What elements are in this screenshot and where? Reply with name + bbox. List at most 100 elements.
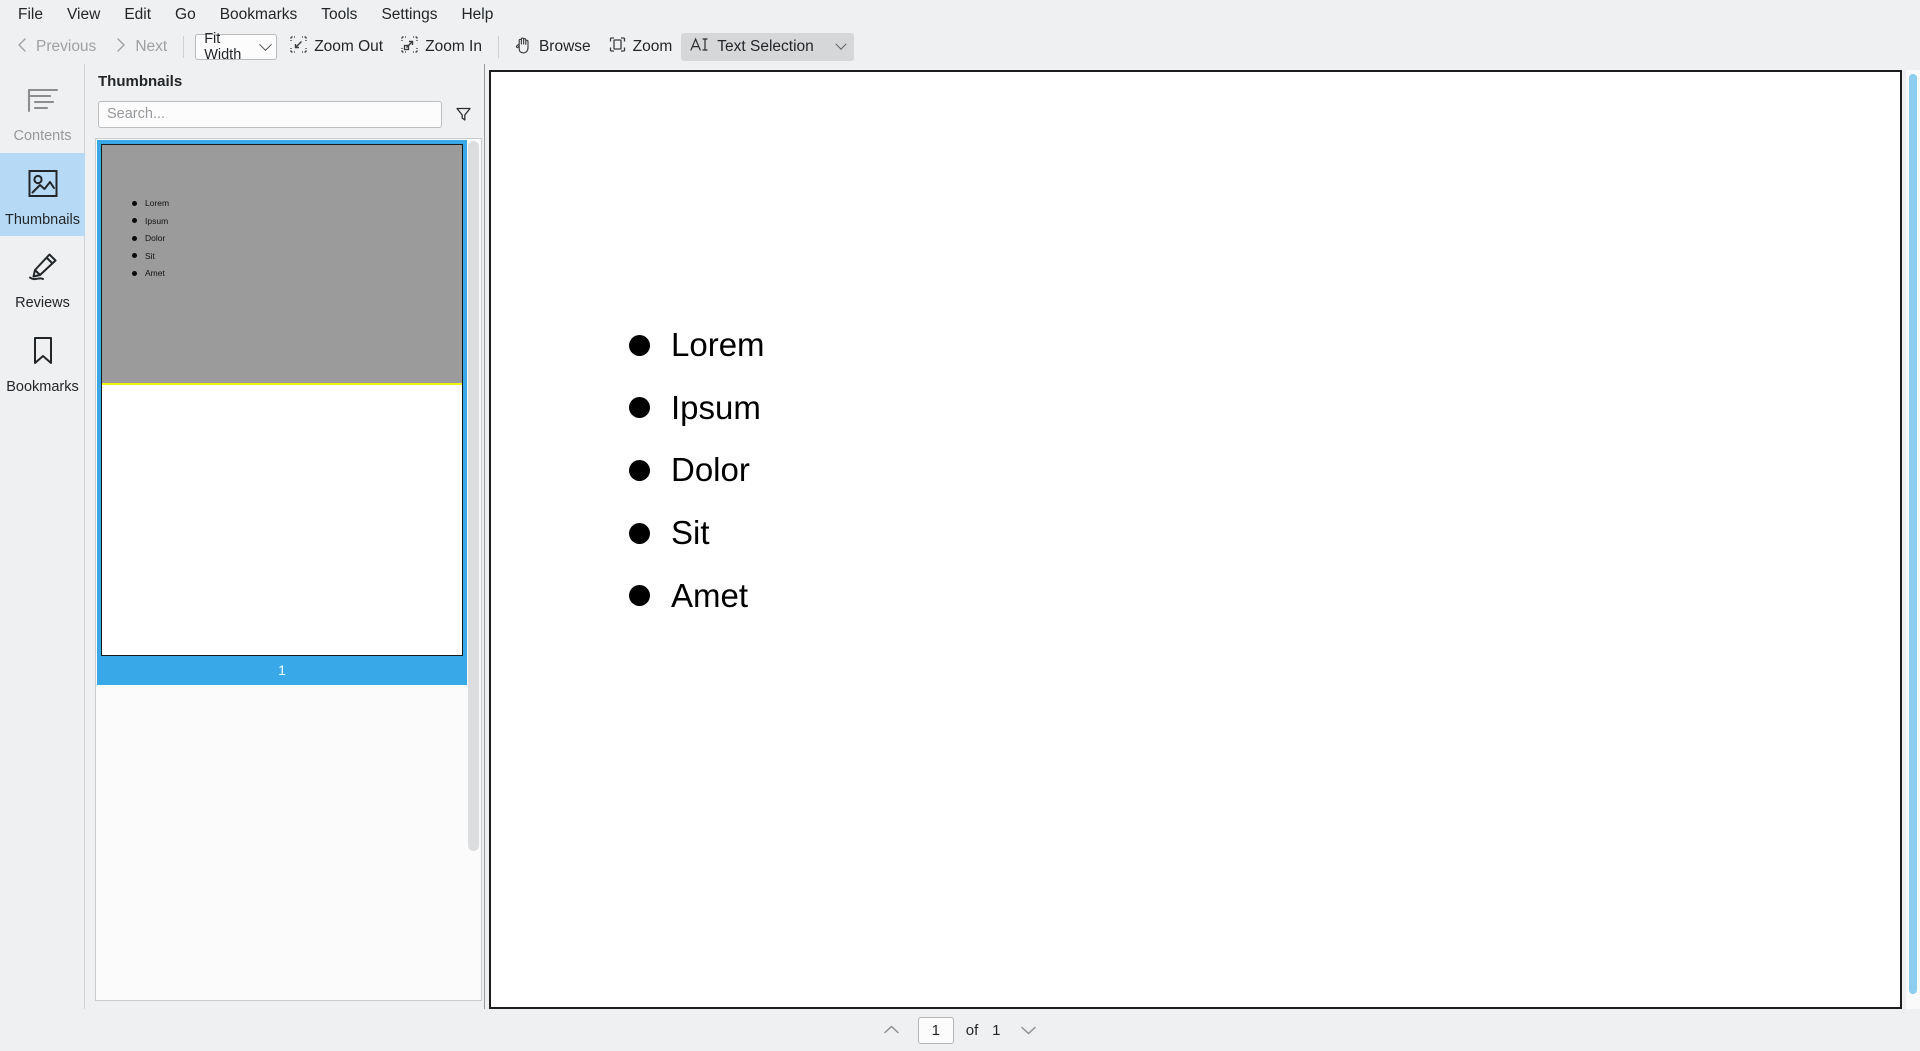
zoom-out-label: Zoom Out (314, 38, 384, 55)
total-pages-label: 1 (992, 1021, 1001, 1039)
thumbnails-scroll-area: Lorem Ipsum Dolor Sit Amet 1 (95, 138, 482, 1001)
zoom-selection-icon (609, 36, 626, 58)
current-page-input[interactable] (917, 1016, 954, 1044)
document-scrollbar[interactable] (1906, 70, 1920, 1009)
main-toolbar: Previous Next Fit Width Zoom Out Zoom In… (0, 30, 1920, 64)
sidebar-item-contents[interactable]: Contents (0, 69, 85, 153)
bullet-icon (132, 218, 137, 224)
list-item[interactable]: Amet (629, 576, 765, 614)
filter-funnel-icon[interactable] (452, 102, 474, 126)
sidebar-item-bookmarks[interactable]: Bookmarks (0, 320, 85, 404)
list-item[interactable]: Lorem (629, 326, 765, 363)
contents-icon (26, 80, 60, 120)
bullet-icon (629, 585, 650, 607)
list-item-label: Sit (671, 513, 710, 551)
list-item-label: Ipsum (145, 215, 169, 226)
menu-bar: File View Edit Go Bookmarks Tools Settin… (0, 0, 1920, 30)
menu-view[interactable]: View (55, 3, 112, 27)
thumbnail-selection-frame: Lorem Ipsum Dolor Sit Amet 1 (97, 140, 467, 685)
menu-go[interactable]: Go (163, 3, 208, 27)
hand-icon (515, 36, 532, 59)
list-item-label: Sit (145, 250, 155, 261)
zoom-tool-button[interactable]: Zoom (600, 33, 682, 61)
list-item-label: Amet (145, 268, 165, 278)
sidebar-label-thumbnails: Thumbnails (5, 211, 80, 228)
document-scrollbar-thumb[interactable] (1909, 74, 1917, 994)
zoom-mode-select[interactable]: Fit Width (195, 31, 278, 63)
menu-bookmarks[interactable]: Bookmarks (208, 3, 310, 27)
chevron-down-icon (259, 37, 273, 51)
next-page-button[interactable]: Next (105, 33, 176, 61)
next-page-arrow-button[interactable] (1014, 1017, 1042, 1043)
main-body: Contents Thumbnails Reviews Bookmarks Th… (0, 64, 1920, 1009)
previous-page-label: Previous (36, 38, 97, 55)
text-selection-tool-button[interactable]: Text Selection (681, 33, 854, 61)
menu-edit[interactable]: Edit (112, 3, 163, 27)
chevron-up-icon (884, 1025, 899, 1034)
document-view: Lorem Ipsum Dolor Sit Amet (485, 64, 1920, 1009)
side-navigation-rail: Contents Thumbnails Reviews Bookmarks (0, 64, 85, 1009)
thumbnails-scrollbar[interactable] (468, 141, 479, 993)
previous-page-arrow-button[interactable] (878, 1017, 906, 1043)
list-item: Lorem (132, 199, 169, 208)
menu-help[interactable]: Help (449, 3, 505, 27)
toolbar-separator-2 (497, 36, 499, 58)
sidebar-item-reviews[interactable]: Reviews (0, 236, 85, 320)
list-item: Sit (132, 250, 169, 261)
bullet-icon (629, 397, 650, 419)
sidebar-label-reviews: Reviews (15, 295, 70, 311)
bullet-icon (629, 334, 650, 356)
chevron-left-icon (15, 37, 29, 58)
thumbnail-card-1[interactable]: Lorem Ipsum Dolor Sit Amet 1 (97, 140, 467, 685)
menu-settings[interactable]: Settings (369, 3, 449, 27)
document-page[interactable]: Lorem Ipsum Dolor Sit Amet (489, 70, 1902, 1009)
zoom-mode-value: Fit Width (204, 31, 242, 63)
reviews-icon (26, 247, 60, 287)
sidebar-label-bookmarks: Bookmarks (6, 378, 79, 395)
sidebar-item-thumbnails[interactable]: Thumbnails (0, 152, 85, 236)
document-bullet-list: Lorem Ipsum Dolor Sit Amet (629, 326, 765, 614)
menu-file[interactable]: File (6, 3, 55, 27)
menu-tools[interactable]: Tools (309, 3, 369, 27)
thumbnails-search-row (85, 98, 484, 130)
zoom-in-button[interactable]: Zoom In (392, 33, 491, 61)
list-item: Dolor (132, 234, 169, 243)
list-item: Amet (132, 269, 169, 278)
toolbar-separator-1 (183, 36, 185, 58)
status-bar: of 1 (0, 1009, 1920, 1051)
list-item: Ipsum (132, 215, 169, 226)
list-item-label: Lorem (145, 198, 170, 208)
sidebar-label-contents: Contents (13, 128, 72, 144)
chevron-down-icon (1021, 1026, 1036, 1035)
thumbnails-panel-title: Thumbnails (98, 73, 183, 90)
chevron-down-icon[interactable] (835, 38, 847, 50)
page-of-label: of (965, 1021, 979, 1039)
browse-label: Browse (538, 38, 591, 55)
previous-page-button[interactable]: Previous (6, 33, 105, 61)
bullet-icon (132, 200, 137, 206)
thumbnails-scrollbar-thumb[interactable] (468, 141, 479, 851)
document-scroll-wrapper: Lorem Ipsum Dolor Sit Amet (489, 70, 1920, 1009)
list-item-label: Amet (671, 576, 749, 614)
list-item[interactable]: Sit (629, 513, 765, 551)
list-item-label: Lorem (671, 326, 765, 363)
list-item[interactable]: Ipsum (629, 390, 765, 426)
bullet-icon (132, 235, 137, 241)
bookmarks-icon (28, 331, 58, 371)
zoom-out-icon (290, 36, 307, 58)
list-item[interactable]: Dolor (629, 453, 765, 488)
zoom-in-label: Zoom In (425, 38, 482, 55)
thumbnail-page-preview: Lorem Ipsum Dolor Sit Amet (101, 144, 463, 656)
zoom-in-icon (401, 36, 418, 58)
zoom-out-button[interactable]: Zoom Out (281, 33, 392, 61)
search-input[interactable] (98, 100, 442, 128)
bullet-icon (132, 270, 137, 276)
thumbnails-panel: Thumbnails Search... Lorem Ipsum Dolor S… (85, 64, 485, 1009)
thumbnail-bullet-list: Lorem Ipsum Dolor Sit Amet (132, 199, 169, 278)
bullet-icon (629, 460, 650, 482)
bullet-icon (629, 522, 650, 544)
list-item-label: Dolor (671, 451, 750, 489)
thumbnails-icon (26, 164, 60, 204)
text-cursor-icon (690, 36, 710, 58)
browse-tool-button[interactable]: Browse (506, 33, 600, 61)
